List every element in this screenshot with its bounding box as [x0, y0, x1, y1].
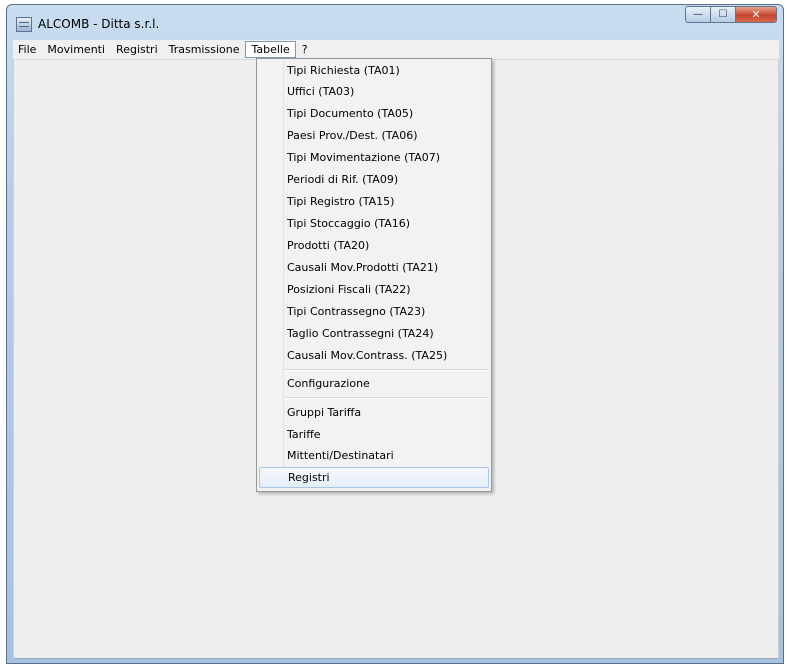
window-controls: — ☐ ✕: [685, 6, 777, 23]
menu-registri[interactable]: Registri: [111, 41, 163, 58]
maximize-button[interactable]: ☐: [710, 6, 736, 23]
tabelle-dropdown-menu: Tipi Richiesta (TA01) Uffici (TA03) Tipi…: [256, 58, 492, 492]
menu-tabelle[interactable]: Tabelle: [245, 41, 296, 58]
menu-item-tariffe[interactable]: Tariffe: [259, 424, 489, 445]
minimize-icon: —: [693, 9, 703, 20]
menu-item-causali-mov-prodotti[interactable]: Causali Mov.Prodotti (TA21): [259, 257, 489, 278]
menu-item-configurazione[interactable]: Configurazione: [259, 373, 489, 394]
menu-trasmissione[interactable]: Trasmissione: [164, 41, 245, 58]
menu-item-taglio-contrassegni[interactable]: Taglio Contrassegni (TA24): [259, 323, 489, 344]
menu-item-causali-mov-contrass[interactable]: Causali Mov.Contrass. (TA25): [259, 345, 489, 366]
menu-item-posizioni-fiscali[interactable]: Posizioni Fiscali (TA22): [259, 279, 489, 300]
menu-item-uffici[interactable]: Uffici (TA03): [259, 81, 489, 102]
close-button[interactable]: ✕: [735, 6, 777, 23]
menu-item-prodotti[interactable]: Prodotti (TA20): [259, 235, 489, 256]
menu-item-gruppi-tariffa[interactable]: Gruppi Tariffa: [259, 402, 489, 423]
menu-item-paesi-prov-dest[interactable]: Paesi Prov./Dest. (TA06): [259, 125, 489, 146]
menu-separator: [285, 369, 489, 371]
title-bar[interactable]: ALCOMB - Ditta s.r.l. — ☐ ✕: [7, 5, 783, 39]
close-icon: ✕: [751, 8, 761, 21]
maximize-icon: ☐: [718, 9, 728, 20]
menu-separator: [285, 397, 489, 399]
menu-item-tipi-movimentazione[interactable]: Tipi Movimentazione (TA07): [259, 147, 489, 168]
menu-movimenti[interactable]: Movimenti: [42, 41, 110, 58]
menu-item-tipi-registro[interactable]: Tipi Registro (TA15): [259, 191, 489, 212]
app-icon[interactable]: [16, 17, 32, 32]
menu-bar: File Movimenti Registri Trasmissione Tab…: [13, 40, 779, 60]
menu-item-tipi-stoccaggio[interactable]: Tipi Stoccaggio (TA16): [259, 213, 489, 234]
menu-help[interactable]: ?: [297, 41, 313, 58]
menu-item-registri[interactable]: Registri: [259, 467, 489, 488]
menu-item-tipi-contrassegno[interactable]: Tipi Contrassegno (TA23): [259, 301, 489, 322]
menu-item-mittenti-destinatari[interactable]: Mittenti/Destinatari: [259, 445, 489, 466]
menu-item-tipi-documento[interactable]: Tipi Documento (TA05): [259, 103, 489, 124]
menu-item-tipi-richiesta[interactable]: Tipi Richiesta (TA01): [259, 60, 489, 81]
menu-item-periodi-di-rif[interactable]: Periodi di Rif. (TA09): [259, 169, 489, 190]
menu-file[interactable]: File: [13, 41, 41, 58]
window-title: ALCOMB - Ditta s.r.l.: [38, 17, 160, 31]
minimize-button[interactable]: —: [685, 6, 711, 23]
